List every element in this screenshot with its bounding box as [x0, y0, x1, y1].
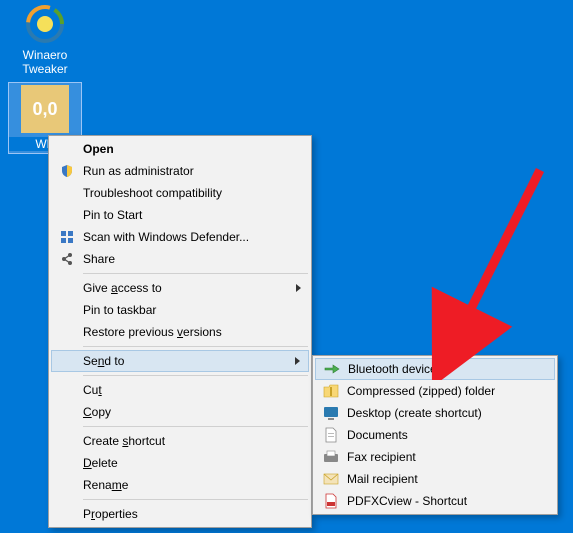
menu-item-pin-to-start[interactable]: Pin to Start [51, 204, 309, 226]
menu-label: Rename [83, 478, 281, 492]
submenu-item-desktop-shortcut[interactable]: Desktop (create shortcut) [315, 402, 555, 424]
pdf-icon [319, 493, 343, 509]
menu-item-delete[interactable]: Delete [51, 452, 309, 474]
menu-item-properties[interactable]: Properties [51, 503, 309, 525]
submenu-item-documents[interactable]: Documents [315, 424, 555, 446]
blank-icon [55, 433, 79, 449]
blank-icon [55, 141, 79, 157]
submenu-item-bluetooth[interactable]: Bluetooth device [315, 358, 555, 380]
windows-defender-icon [55, 229, 79, 245]
menu-label: Send to [83, 354, 281, 368]
blank-icon [55, 185, 79, 201]
menu-item-pin-to-taskbar[interactable]: Pin to taskbar [51, 299, 309, 321]
shield-icon [55, 163, 79, 179]
mail-icon [319, 471, 343, 487]
menu-label: Cut [83, 383, 281, 397]
fax-icon [319, 449, 343, 465]
winaero-icon [25, 4, 65, 44]
menu-label: Restore previous versions [83, 325, 281, 339]
menu-separator [83, 346, 308, 347]
menu-label: Properties [83, 507, 281, 521]
blank-icon [55, 455, 79, 471]
blank-icon [55, 477, 79, 493]
menu-item-create-shortcut[interactable]: Create shortcut [51, 430, 309, 452]
submenu-label: Fax recipient [347, 450, 527, 464]
submenu-item-compressed[interactable]: Compressed (zipped) folder [315, 380, 555, 402]
menu-item-run-as-admin[interactable]: Run as administrator [51, 160, 309, 182]
menu-item-share[interactable]: Share [51, 248, 309, 270]
menu-label: Open [83, 142, 281, 156]
menu-label: Pin to Start [83, 208, 281, 222]
submenu-label: Bluetooth device [348, 362, 527, 376]
blank-icon [55, 207, 79, 223]
menu-separator [83, 426, 308, 427]
menu-separator [83, 375, 308, 376]
submenu-item-pdfxcview[interactable]: PDFXCview - Shortcut [315, 490, 555, 512]
menu-label: Delete [83, 456, 281, 470]
submenu-label: Desktop (create shortcut) [347, 406, 527, 420]
blank-icon [55, 404, 79, 420]
menu-label: Create shortcut [83, 434, 281, 448]
menu-label: Pin to taskbar [83, 303, 281, 317]
submenu-label: Documents [347, 428, 527, 442]
menu-item-send-to[interactable]: Send to [51, 350, 309, 372]
sendto-submenu: Bluetooth device Compressed (zipped) fol… [312, 355, 558, 515]
menu-item-give-access-to[interactable]: Give access to [51, 277, 309, 299]
arrow-right-icon [320, 361, 344, 377]
menu-item-troubleshoot[interactable]: Troubleshoot compatibility [51, 182, 309, 204]
blank-icon [55, 302, 79, 318]
menu-label: Copy [83, 405, 281, 419]
blank-icon [55, 382, 79, 398]
documents-icon [319, 427, 343, 443]
menu-item-copy[interactable]: Copy [51, 401, 309, 423]
blank-icon [55, 506, 79, 522]
submenu-label: Mail recipient [347, 472, 527, 486]
blank-icon [55, 324, 79, 340]
share-icon [55, 251, 79, 267]
menu-label: Give access to [83, 281, 281, 295]
blank-icon [55, 280, 79, 296]
menu-item-scan-defender[interactable]: Scan with Windows Defender... [51, 226, 309, 248]
menu-item-open[interactable]: Open [51, 138, 309, 160]
submenu-arrow-icon [295, 357, 300, 365]
submenu-item-fax[interactable]: Fax recipient [315, 446, 555, 468]
menu-item-cut[interactable]: Cut [51, 379, 309, 401]
menu-label: Scan with Windows Defender... [83, 230, 281, 244]
file-thumbnail: 0,0 [21, 85, 69, 133]
menu-label: Troubleshoot compatibility [83, 186, 281, 200]
annotation-arrow [430, 160, 560, 380]
blank-icon [55, 353, 79, 369]
submenu-arrow-icon [296, 284, 301, 292]
menu-label: Run as administrator [83, 164, 281, 178]
submenu-item-mail[interactable]: Mail recipient [315, 468, 555, 490]
desktop-icon [319, 405, 343, 421]
desktop-icon-label: Winaero Tweaker [8, 48, 82, 76]
context-menu: Open Run as administrator Troubleshoot c… [48, 135, 312, 528]
menu-item-rename[interactable]: Rename [51, 474, 309, 496]
zip-folder-icon [319, 383, 343, 399]
menu-separator [83, 273, 308, 274]
submenu-label: Compressed (zipped) folder [347, 384, 527, 398]
menu-separator [83, 499, 308, 500]
menu-label: Share [83, 252, 281, 266]
menu-item-restore-previous-versions[interactable]: Restore previous versions [51, 321, 309, 343]
submenu-label: PDFXCview - Shortcut [347, 494, 527, 508]
desktop-icon-winaero-tweaker[interactable]: Winaero Tweaker [8, 4, 82, 76]
